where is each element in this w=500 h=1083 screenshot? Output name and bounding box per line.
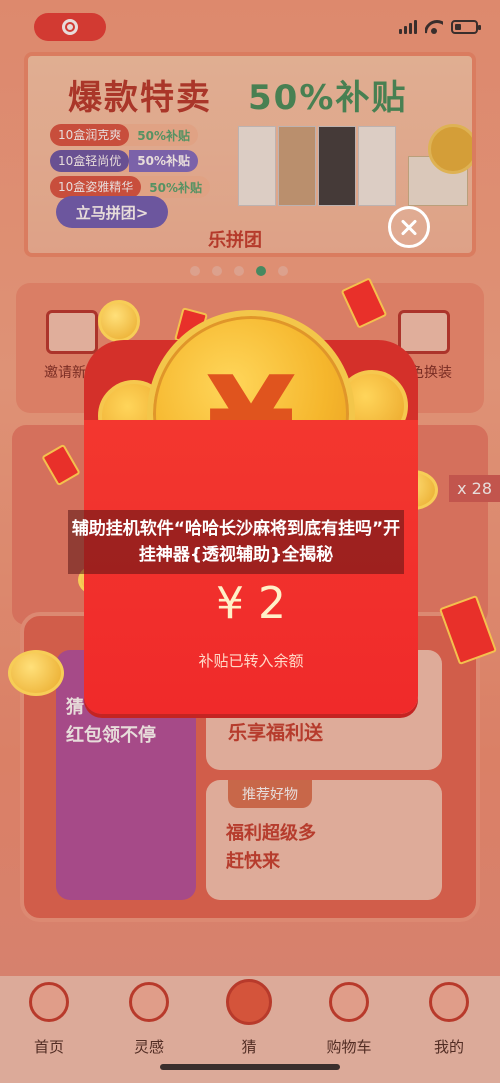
reward-note: 补贴已转入余额 [198, 652, 304, 670]
close-modal-button[interactable] [388, 206, 430, 248]
article-title-overlay: 辅助挂机软件“哈哈长沙麻将到底有挂吗”开挂神器{透视辅助}全揭秘 [68, 510, 404, 574]
coin-icon [98, 300, 140, 342]
reward-amount: ¥ 2 [216, 578, 286, 629]
coin-icon [8, 650, 64, 696]
